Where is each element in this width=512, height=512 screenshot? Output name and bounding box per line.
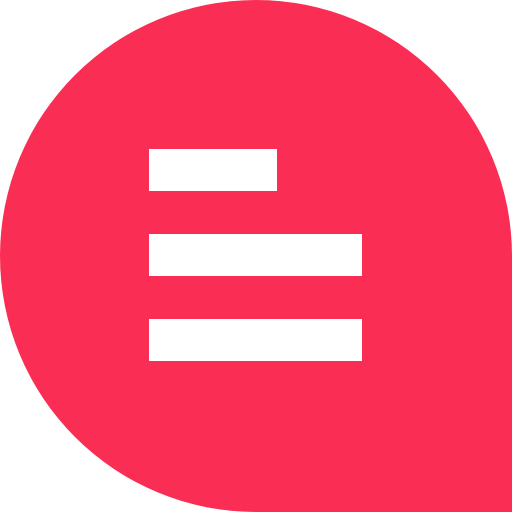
chat-bubble-icon (0, 0, 512, 512)
text-line-short (149, 149, 277, 191)
text-line-long (149, 234, 362, 276)
text-line-long (149, 319, 362, 361)
icon-canvas (0, 0, 512, 512)
